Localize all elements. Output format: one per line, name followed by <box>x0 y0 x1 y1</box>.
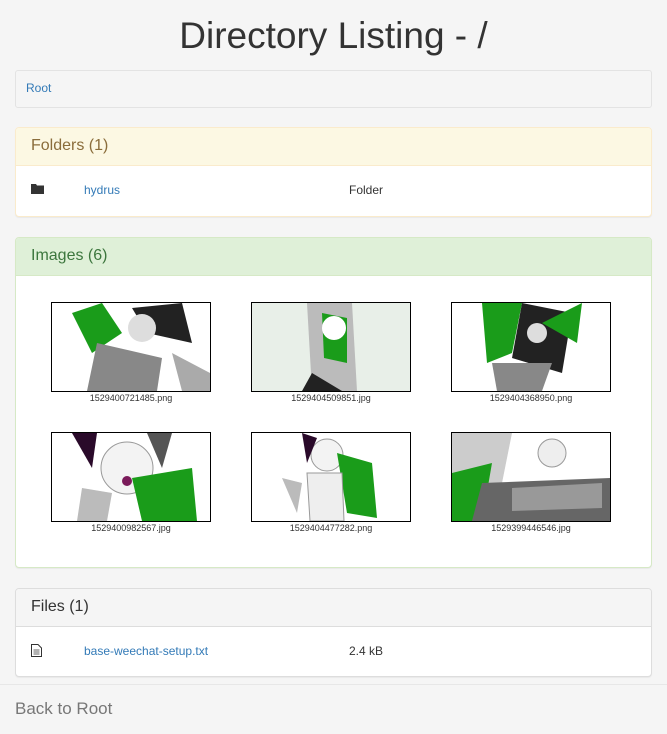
image-thumbnail[interactable]: 1529399446546.jpg <box>451 432 611 533</box>
image-preview[interactable] <box>51 302 211 392</box>
folder-icon <box>31 183 44 197</box>
file-size: 2.4 kB <box>349 644 384 658</box>
images-panel: Images (6) 1529400721485.png 15294045098… <box>15 237 652 568</box>
image-preview[interactable] <box>51 432 211 522</box>
breadcrumb-root-link[interactable]: Root <box>26 81 51 95</box>
folder-type: Folder <box>349 183 384 197</box>
file-link[interactable]: base-weechat-setup.txt <box>84 644 208 658</box>
image-caption: 1529404368950.png <box>489 393 573 403</box>
image-preview[interactable] <box>451 432 611 522</box>
images-heading: Images (6) <box>16 238 651 276</box>
image-caption: 1529400982567.jpg <box>91 523 171 533</box>
back-to-root-link[interactable]: Back to Root <box>15 699 112 718</box>
breadcrumb: Root <box>15 70 652 108</box>
footer: Back to Root <box>0 684 667 734</box>
folders-panel: Folders (1) hydrus Folder <box>15 127 652 217</box>
image-caption: 1529400721485.png <box>89 393 173 403</box>
image-caption: 1529404477282.png <box>289 523 373 533</box>
image-thumbnail[interactable]: 1529404477282.png <box>251 432 411 533</box>
image-preview[interactable] <box>251 302 411 392</box>
image-caption: 1529404509851.jpg <box>291 393 371 403</box>
files-heading: Files (1) <box>16 589 651 627</box>
folder-link-hydrus[interactable]: hydrus <box>84 183 120 197</box>
image-thumbnail[interactable]: 1529400721485.png <box>51 302 211 403</box>
image-preview[interactable] <box>251 432 411 522</box>
file-icon <box>31 644 42 660</box>
image-caption: 1529399446546.jpg <box>491 523 571 533</box>
folders-heading: Folders (1) <box>16 128 651 166</box>
image-preview[interactable] <box>451 302 611 392</box>
files-panel: Files (1) base-weechat-setup.txt 2.4 kB <box>15 588 652 677</box>
image-thumbnail[interactable]: 1529400982567.jpg <box>51 432 211 533</box>
folder-row: hydrus Folder <box>16 166 651 214</box>
image-thumbnail[interactable]: 1529404509851.jpg <box>251 302 411 403</box>
page-title: Directory Listing - / <box>179 15 488 56</box>
image-thumbnail[interactable]: 1529404368950.png <box>451 302 611 403</box>
file-row: base-weechat-setup.txt 2.4 kB <box>16 627 651 675</box>
